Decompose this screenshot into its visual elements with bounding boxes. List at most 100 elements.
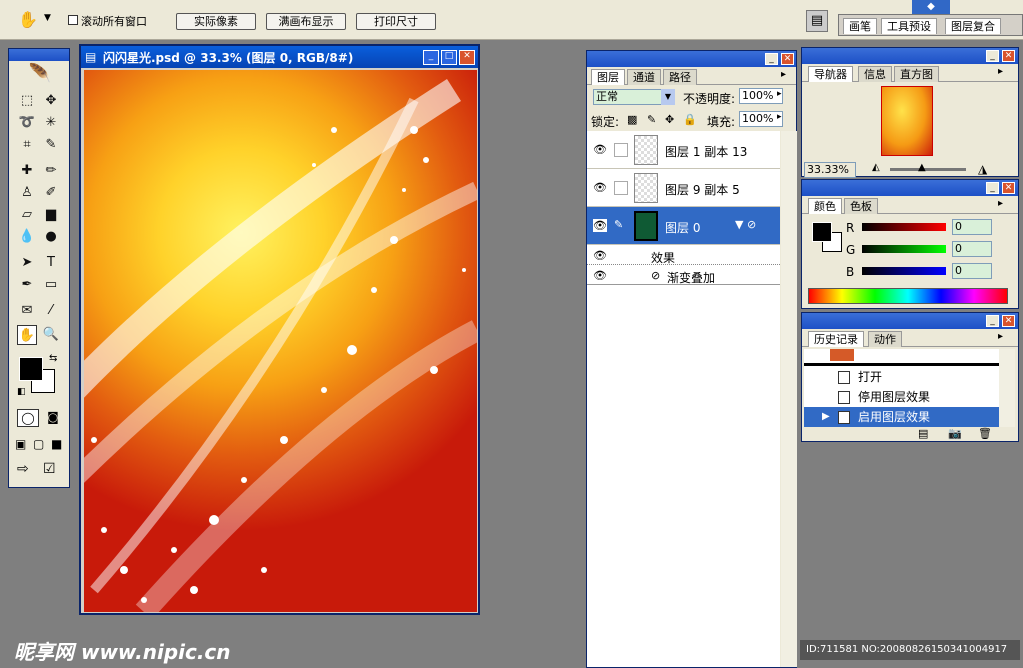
visibility-eye-icon[interactable]: 👁	[593, 249, 607, 262]
stamp-tool-icon[interactable]: ♙	[17, 183, 37, 203]
tab-actions[interactable]: 动作	[868, 331, 902, 347]
zoom-slider[interactable]	[890, 168, 966, 171]
layer-effects-icon[interactable]: ▼ ⊘	[735, 218, 756, 231]
magic-wand-icon[interactable]: ✳	[41, 113, 61, 133]
zoom-field[interactable]: 33.33%	[804, 162, 856, 178]
tab-brushes[interactable]: 画笔	[843, 18, 877, 34]
slice-tool-icon[interactable]: ✎	[41, 135, 61, 155]
screen-mode-menu-icon[interactable]: ▢	[33, 437, 44, 451]
green-slider[interactable]	[862, 245, 946, 253]
zoom-out-icon[interactable]: ◭	[872, 162, 880, 173]
crop-tool-icon[interactable]: ⌗	[17, 135, 37, 155]
history-titlebar[interactable]: _ ✕	[802, 313, 1018, 329]
panel-menu-icon[interactable]: ▸	[998, 66, 1003, 77]
panel-menu-icon[interactable]: ▸	[998, 331, 1003, 342]
type-tool-icon[interactable]: T	[41, 253, 61, 273]
color-spectrum-bar[interactable]	[808, 288, 1008, 304]
blue-slider[interactable]	[862, 267, 946, 275]
minimize-button[interactable]: _	[423, 50, 439, 65]
actual-pixels-button[interactable]: 实际像素	[176, 13, 256, 30]
tab-histogram[interactable]: 直方图	[894, 66, 939, 82]
tool-preset-dropdown[interactable]: ▼	[44, 13, 51, 23]
dodge-tool-icon[interactable]: ●	[41, 227, 61, 247]
photoshop-logo-icon[interactable]: ◆	[912, 0, 950, 14]
fit-screen-button[interactable]: 满画布显示	[266, 13, 346, 30]
minimize-button[interactable]: _	[986, 315, 999, 327]
close-button[interactable]: ✕	[781, 53, 794, 65]
visibility-eye-icon[interactable]: 👁	[593, 269, 607, 282]
history-item[interactable]: 打开	[804, 367, 999, 387]
close-button[interactable]: ✕	[1002, 50, 1015, 62]
gradient-tool-icon[interactable]: ▆	[41, 205, 61, 225]
delete-state-icon[interactable]: 🗑	[978, 427, 992, 440]
visibility-eye-icon[interactable]: 👁	[593, 219, 607, 232]
blue-value-field[interactable]: 0	[952, 263, 992, 279]
zoom-in-icon[interactable]: ◮	[978, 162, 987, 176]
move-tool-icon[interactable]: ✥	[41, 91, 61, 111]
close-button[interactable]: ✕	[1002, 182, 1015, 194]
opacity-arrow-icon[interactable]: ▸	[777, 89, 782, 99]
tab-swatches[interactable]: 色板	[844, 198, 878, 214]
fill-arrow-icon[interactable]: ▸	[777, 112, 782, 122]
visibility-eye-icon[interactable]: 👁	[593, 143, 607, 156]
quickmask-mode-icon[interactable]: ◙	[42, 409, 64, 427]
blend-dropdown-icon[interactable]: ▼	[661, 89, 675, 105]
layers-scrollbar[interactable]	[781, 131, 797, 667]
shape-tool-icon[interactable]: ▭	[41, 275, 61, 295]
swap-colors-icon[interactable]: ⇆	[49, 353, 57, 364]
lock-move-icon[interactable]: ✥	[665, 113, 674, 126]
minimize-button[interactable]: _	[986, 50, 999, 62]
history-brush-icon[interactable]: ✐	[41, 183, 61, 203]
effect-item-row[interactable]: 👁 ⊘ 渐变叠加	[587, 267, 780, 285]
document-titlebar[interactable]: ▤ 闪闪星光.psd @ 33.3% (图层 0, RGB/8#) _ □ ✕	[81, 46, 478, 68]
layers-titlebar[interactable]: _ ✕	[587, 51, 796, 67]
tab-info[interactable]: 信息	[858, 66, 892, 82]
file-browser-icon[interactable]: ▤	[806, 10, 828, 32]
layer-row-selected[interactable]: 👁 ✎ 图层 0 ▼ ⊘	[587, 207, 780, 245]
tab-channels[interactable]: 通道	[627, 69, 661, 85]
print-size-button[interactable]: 打印尺寸	[356, 13, 436, 30]
effects-row[interactable]: 👁 效果	[587, 247, 780, 265]
history-item[interactable]: 停用图层效果	[804, 387, 999, 407]
tab-layers[interactable]: 图层	[591, 69, 625, 85]
color-foreground-swatch[interactable]	[812, 222, 832, 242]
eyedropper-icon[interactable]: ⁄	[41, 301, 61, 321]
color-titlebar[interactable]: _ ✕	[802, 180, 1018, 196]
tab-layer-comps[interactable]: 图层复合	[945, 18, 1001, 34]
foreground-color-swatch[interactable]	[19, 357, 43, 381]
tab-paths[interactable]: 路径	[663, 69, 697, 85]
maximize-button[interactable]: □	[441, 50, 457, 65]
green-value-field[interactable]: 0	[952, 241, 992, 257]
healing-brush-icon[interactable]: ✚	[17, 161, 37, 181]
hand-tool-icon[interactable]: ✋	[18, 10, 38, 29]
lock-brush-icon[interactable]: ✎	[647, 113, 656, 126]
tab-color[interactable]: 颜色	[808, 198, 842, 214]
zoom-tool-icon[interactable]: 🔍	[41, 325, 61, 345]
minimize-button[interactable]: _	[765, 53, 778, 65]
tab-history[interactable]: 历史记录	[808, 331, 864, 347]
pen-tool-icon[interactable]: ✒	[17, 275, 37, 295]
lock-transparency-icon[interactable]: ▩	[627, 113, 637, 126]
panel-menu-icon[interactable]: ▸	[781, 69, 786, 80]
scroll-all-checkbox[interactable]	[68, 15, 78, 25]
blur-tool-icon[interactable]: 💧	[17, 227, 37, 247]
lock-all-icon[interactable]: 🔒	[683, 113, 697, 126]
red-value-field[interactable]: 0	[952, 219, 992, 235]
notes-tool-icon[interactable]: ✉	[17, 301, 37, 321]
hand-tool-icon[interactable]: ✋	[17, 325, 37, 345]
lasso-tool-icon[interactable]: ➰	[17, 113, 37, 133]
panel-menu-icon[interactable]: ▸	[998, 198, 1003, 209]
layer-row[interactable]: 👁 图层 9 副本 5	[587, 169, 780, 207]
brush-link-icon[interactable]: ✎	[614, 218, 623, 231]
navigator-preview[interactable]	[881, 86, 933, 156]
path-select-icon[interactable]: ➤	[17, 253, 37, 273]
jump-icon[interactable]: ☑	[43, 461, 56, 477]
new-snapshot-icon[interactable]: 📷	[948, 427, 962, 440]
close-button[interactable]: ✕	[1002, 315, 1015, 327]
screen-mode-full-icon[interactable]: ■	[51, 437, 62, 451]
new-document-icon[interactable]: ▤	[918, 427, 928, 440]
marquee-tool-icon[interactable]: ⬚	[17, 91, 37, 111]
navigator-titlebar[interactable]: _ ✕	[802, 48, 1018, 64]
red-slider[interactable]	[862, 223, 946, 231]
jump-to-imageready-icon[interactable]: ⇨	[17, 461, 29, 477]
